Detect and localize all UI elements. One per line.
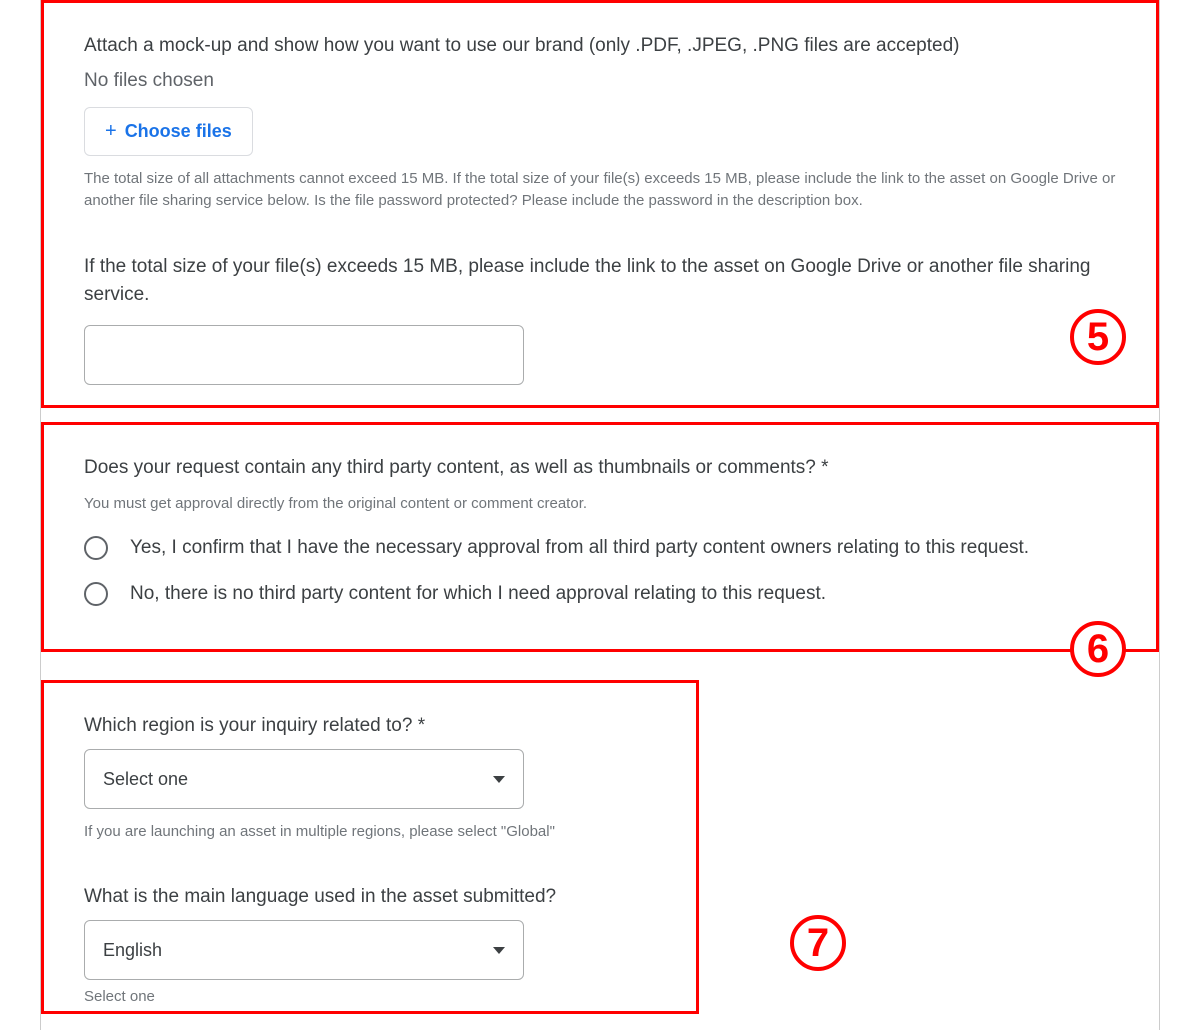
chevron-down-icon [493, 776, 505, 783]
annotation-badge-6: 6 [1070, 621, 1126, 677]
third-party-option-yes-label: Yes, I confirm that I have the necessary… [130, 534, 1029, 563]
language-question-label: What is the main language used in the as… [84, 884, 656, 911]
third-party-option-no-label: No, there is no third party content for … [130, 580, 826, 609]
region-helper: If you are launching an asset in multipl… [84, 821, 656, 844]
third-party-option-yes-row[interactable]: Yes, I confirm that I have the necessary… [84, 534, 1116, 563]
no-files-chosen-text: No files chosen [84, 70, 1116, 92]
radio-icon[interactable] [84, 582, 108, 606]
choose-files-button-label: Choose files [125, 121, 232, 142]
overflow-link-label: If the total size of your file(s) exceed… [84, 253, 1116, 310]
attachment-size-helper: The total size of all attachments cannot… [84, 168, 1116, 213]
language-select-value: English [103, 940, 162, 961]
language-select[interactable]: English [84, 920, 524, 980]
form-container: Attach a mock-up and show how you want t… [40, 0, 1160, 1030]
section-5-highlight: Attach a mock-up and show how you want t… [41, 0, 1159, 408]
section-7-highlight: Which region is your inquiry related to?… [41, 680, 699, 1015]
third-party-helper: You must get approval directly from the … [84, 493, 1116, 516]
region-select-value: Select one [103, 769, 188, 790]
annotation-badge-5: 5 [1070, 309, 1126, 365]
choose-files-button[interactable]: + Choose files [84, 107, 253, 156]
section-6-highlight: Does your request contain any third part… [41, 422, 1159, 652]
language-helper: Select one [84, 988, 656, 1005]
plus-icon: + [105, 120, 117, 143]
attach-mockup-label: Attach a mock-up and show how you want t… [84, 33, 1116, 60]
region-select[interactable]: Select one [84, 749, 524, 809]
third-party-question-label: Does your request contain any third part… [84, 455, 1116, 482]
overflow-link-input[interactable] [84, 325, 524, 385]
third-party-option-no-row[interactable]: No, there is no third party content for … [84, 580, 1116, 609]
region-question-label: Which region is your inquiry related to?… [84, 713, 656, 740]
radio-icon[interactable] [84, 536, 108, 560]
annotation-badge-7: 7 [790, 915, 846, 971]
chevron-down-icon [493, 947, 505, 954]
